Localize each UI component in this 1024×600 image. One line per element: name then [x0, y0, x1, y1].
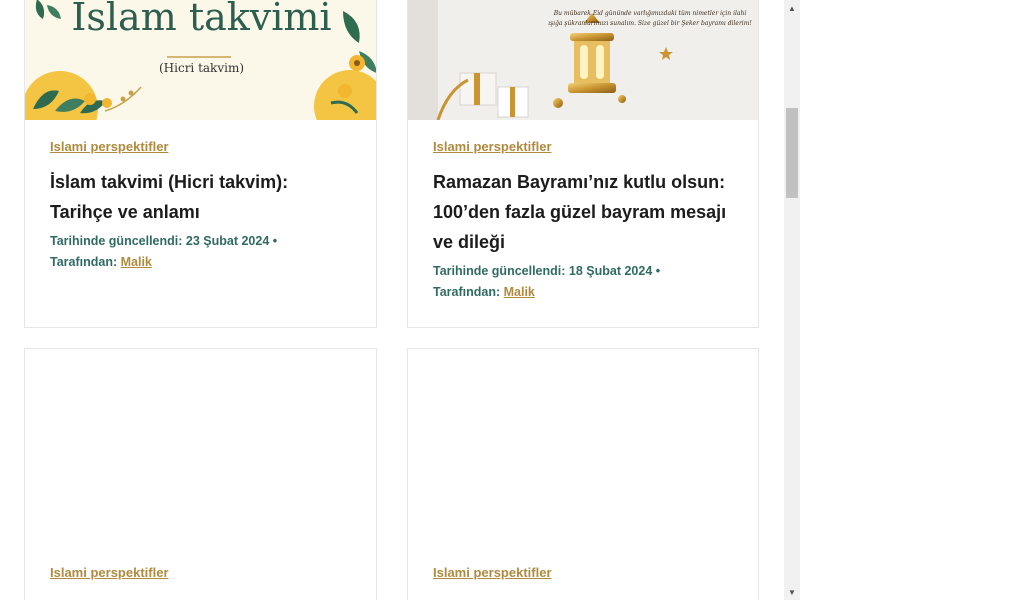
category-link[interactable]: Islami perspektifler — [433, 565, 552, 580]
author-label: Tarafından: — [50, 255, 118, 269]
category-link[interactable]: Islami perspektifler — [433, 139, 552, 154]
category-link[interactable]: Islami perspektifler — [50, 139, 169, 154]
article-grid: İslam takvimi (Hicri takvim) Islami pers… — [0, 0, 784, 600]
article-image[interactable]: Bu mübarek Eid gününde varlığımızdaki tü… — [408, 0, 758, 120]
image-caption: Bu mübarek Eid gününde varlığımızdaki tü… — [548, 10, 752, 27]
article-meta: Tarihinde güncellendi: 18 Şubat 2024 • T… — [433, 261, 660, 303]
updated-date: Tarihinde güncellendi: 23 Şubat 2024 • — [50, 234, 278, 248]
author-link[interactable]: Malik — [121, 255, 152, 269]
article-title[interactable]: İslam takvimi (Hicri takvim): Tarihçe ve… — [50, 167, 350, 227]
image-heading: İslam takvimi — [71, 0, 332, 39]
image-subheading: (Hicri takvim) — [158, 61, 245, 75]
category-link[interactable]: Islami perspektifler — [50, 565, 169, 580]
vertical-scrollbar[interactable]: ▲ ▼ — [784, 0, 800, 600]
scroll-up-icon[interactable]: ▲ — [784, 0, 800, 16]
author-line: Tarafından: Malik — [50, 252, 277, 273]
article-meta: Tarihinde güncellendi: 23 Şubat 2024 • T… — [50, 231, 277, 273]
scrollbar-thumb[interactable] — [786, 108, 798, 198]
article-card[interactable]: Bu mübarek Eid gününde varlığımızdaki tü… — [407, 0, 759, 328]
article-card[interactable]: İslam takvimi (Hicri takvim) Islami pers… — [24, 0, 377, 328]
article-image[interactable]: İslam takvimi (Hicri takvim) — [25, 0, 376, 120]
scroll-down-icon[interactable]: ▼ — [784, 584, 800, 600]
article-title[interactable]: Ramazan Bayramı’nız kutlu olsun: 100’den… — [433, 167, 733, 257]
author-label: Tarafından: — [433, 285, 501, 299]
article-card[interactable]: Islami perspektifler — [407, 348, 759, 600]
author-line: Tarafından: Malik — [433, 282, 660, 303]
author-link[interactable]: Malik — [504, 285, 535, 299]
updated-date: Tarihinde güncellendi: 18 Şubat 2024 • — [433, 264, 661, 278]
article-card[interactable]: Islami perspektifler — [24, 348, 377, 600]
